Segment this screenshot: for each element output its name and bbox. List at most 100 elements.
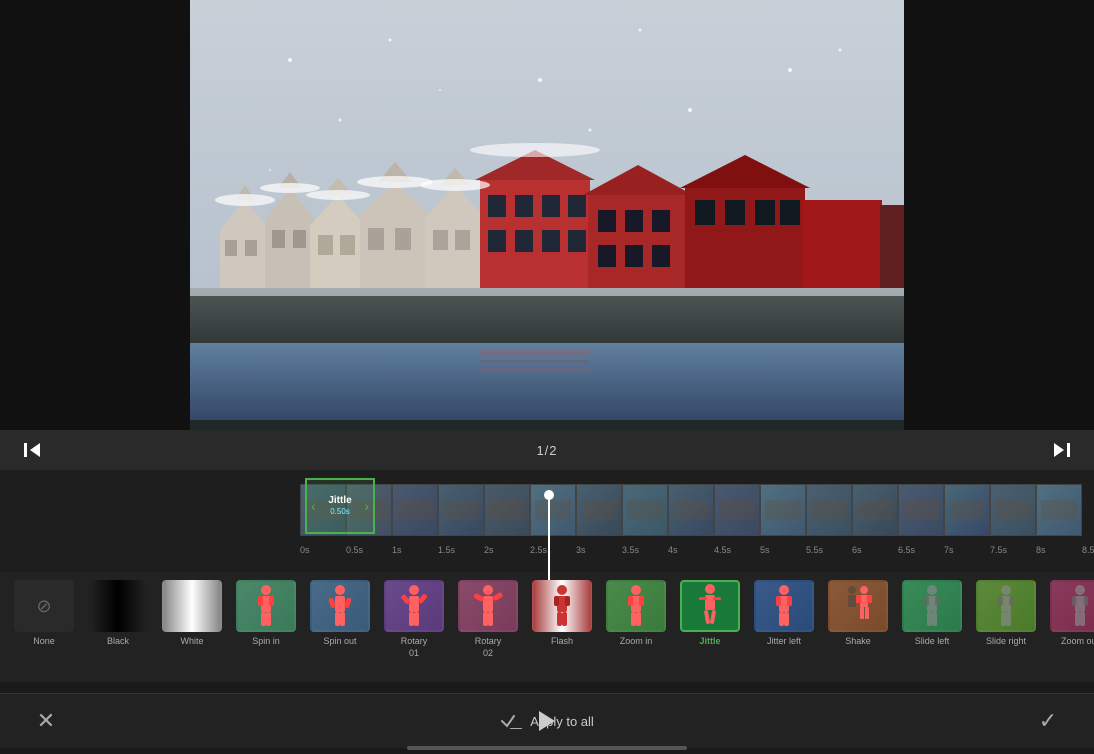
transition-thumb-spin-out[interactable] [310,580,370,632]
ruler-mark: 6.5s [898,545,944,555]
figure-svg [546,584,578,628]
play-button[interactable] [527,693,567,748]
transition-label-slide-right: Slide right [986,636,1026,648]
transition-thumb-jitter-left[interactable] [754,580,814,632]
scroll-indicator [407,746,687,750]
transition-item-jitter-left[interactable]: Jitter left [750,580,818,648]
transition-item-zoom-in[interactable]: Zoom in [602,580,670,648]
transition-label-zoom-in: Zoom in [620,636,653,648]
transition-thumb-shake[interactable] [828,580,888,632]
transition-thumb-black[interactable] [88,580,148,632]
selected-clip[interactable]: ‹ Jittle 0.50s › [305,478,375,534]
timeline-thumb [668,484,714,536]
play-triangle-icon [539,711,555,731]
cancel-button[interactable]: ✕ [30,705,62,737]
transition-label-shake: Shake [845,636,871,648]
figure-svg [916,584,948,628]
transition-thumb-zoom-out[interactable] [1050,580,1094,632]
timeline-thumb [714,484,760,536]
cancel-icon: ✕ [37,710,55,732]
figure-svg [1064,584,1094,628]
apply-all-check-icon [500,713,522,729]
transition-item-spin-out[interactable]: Spin out [306,580,374,648]
ruler-mark: 6s [852,545,898,555]
transition-item-slide-right[interactable]: Slide right [972,580,1040,648]
skip-back-icon [22,440,42,460]
timeline-thumb [438,484,484,536]
ruler-mark: 2s [484,545,530,555]
clip-next-arrow[interactable]: › [364,498,369,514]
figure-svg [838,584,878,628]
clip-label: Jittle 0.50s [328,495,351,517]
timeline-thumb [760,484,806,536]
transition-thumb-white[interactable] [162,580,222,632]
figure-svg [398,584,430,628]
transition-label-none: None [33,636,55,648]
transition-item-rotary02[interactable]: Rotary 02 [454,580,522,659]
transition-item-slide-left[interactable]: Slide left [898,580,966,648]
timeline-thumb [806,484,852,536]
transition-thumb-slide-right[interactable] [976,580,1036,632]
transition-item-zoom-out[interactable]: Zoom out [1046,580,1094,648]
timeline-thumb [484,484,530,536]
transition-label-rotary02: Rotary 02 [475,636,502,659]
timeline-thumb [576,484,622,536]
transition-label-black: Black [107,636,129,648]
transitions-panel: ⊘ None Black White Spin in [0,572,1094,682]
confirm-button[interactable]: ✓ [1032,705,1064,737]
transition-item-rotary01[interactable]: Rotary 01 [380,580,448,659]
ruler-mark: 7s [944,545,990,555]
playhead [548,490,550,580]
transition-item-spin-in[interactable]: Spin in [232,580,300,648]
transition-thumb-rotary02[interactable] [458,580,518,632]
timeline-thumb [392,484,438,536]
video-frame-background [190,0,904,430]
playback-bar: 1/2 [0,430,1094,470]
transition-thumb-rotary01[interactable] [384,580,444,632]
transition-thumb-slide-left[interactable] [902,580,962,632]
figure-svg [694,584,726,628]
transition-thumb-jittle[interactable] [680,580,740,632]
transition-label-spin-out: Spin out [323,636,356,648]
transition-thumb-spin-in[interactable] [236,580,296,632]
timeline-strip [300,480,1094,540]
video-preview [0,0,1094,430]
timeline-thumb [990,484,1036,536]
ruler-mark: 1s [392,545,438,555]
ruler-mark: 5s [760,545,806,555]
transition-label-zoom-out: Zoom out [1061,636,1094,648]
ruler-mark: 3.5s [622,545,668,555]
transition-item-black[interactable]: Black [84,580,152,648]
ruler-mark: 2.5s [530,545,576,555]
transition-label-jittle: Jittle [699,636,720,648]
frame-counter: 1/2 [536,443,557,458]
skip-back-button[interactable] [20,438,44,462]
transition-item-shake[interactable]: Shake [824,580,892,648]
clip-prev-arrow[interactable]: ‹ [311,498,316,514]
transition-thumb-none[interactable]: ⊘ [14,580,74,632]
transition-item-white[interactable]: White [158,580,226,648]
transition-item-flash[interactable]: Flash [528,580,596,648]
figure-svg [620,584,652,628]
figure-svg [990,584,1022,628]
transition-item-jittle[interactable]: Jittle [676,580,744,648]
ruler-mark: 1.5s [438,545,484,555]
transition-label-white: White [180,636,203,648]
ruler-mark: 8.5s [1082,545,1094,555]
ruler-mark: 4.5s [714,545,760,555]
ruler-mark: 3s [576,545,622,555]
timeline-thumb [622,484,668,536]
timeline-thumb [944,484,990,536]
transition-thumb-flash[interactable] [532,580,592,632]
ruler-mark: 7.5s [990,545,1036,555]
figure-svg [250,584,282,628]
video-frame [190,0,904,430]
transition-label-jitter-left: Jitter left [767,636,801,648]
transition-thumb-zoom-in[interactable] [606,580,666,632]
transition-label-slide-left: Slide left [915,636,950,648]
skip-forward-button[interactable] [1050,438,1074,462]
transition-item-none[interactable]: ⊘ None [10,580,78,648]
ruler-mark: 8s [1036,545,1082,555]
ruler-mark: 0.5s [346,545,392,555]
transition-label-rotary01: Rotary 01 [401,636,428,659]
